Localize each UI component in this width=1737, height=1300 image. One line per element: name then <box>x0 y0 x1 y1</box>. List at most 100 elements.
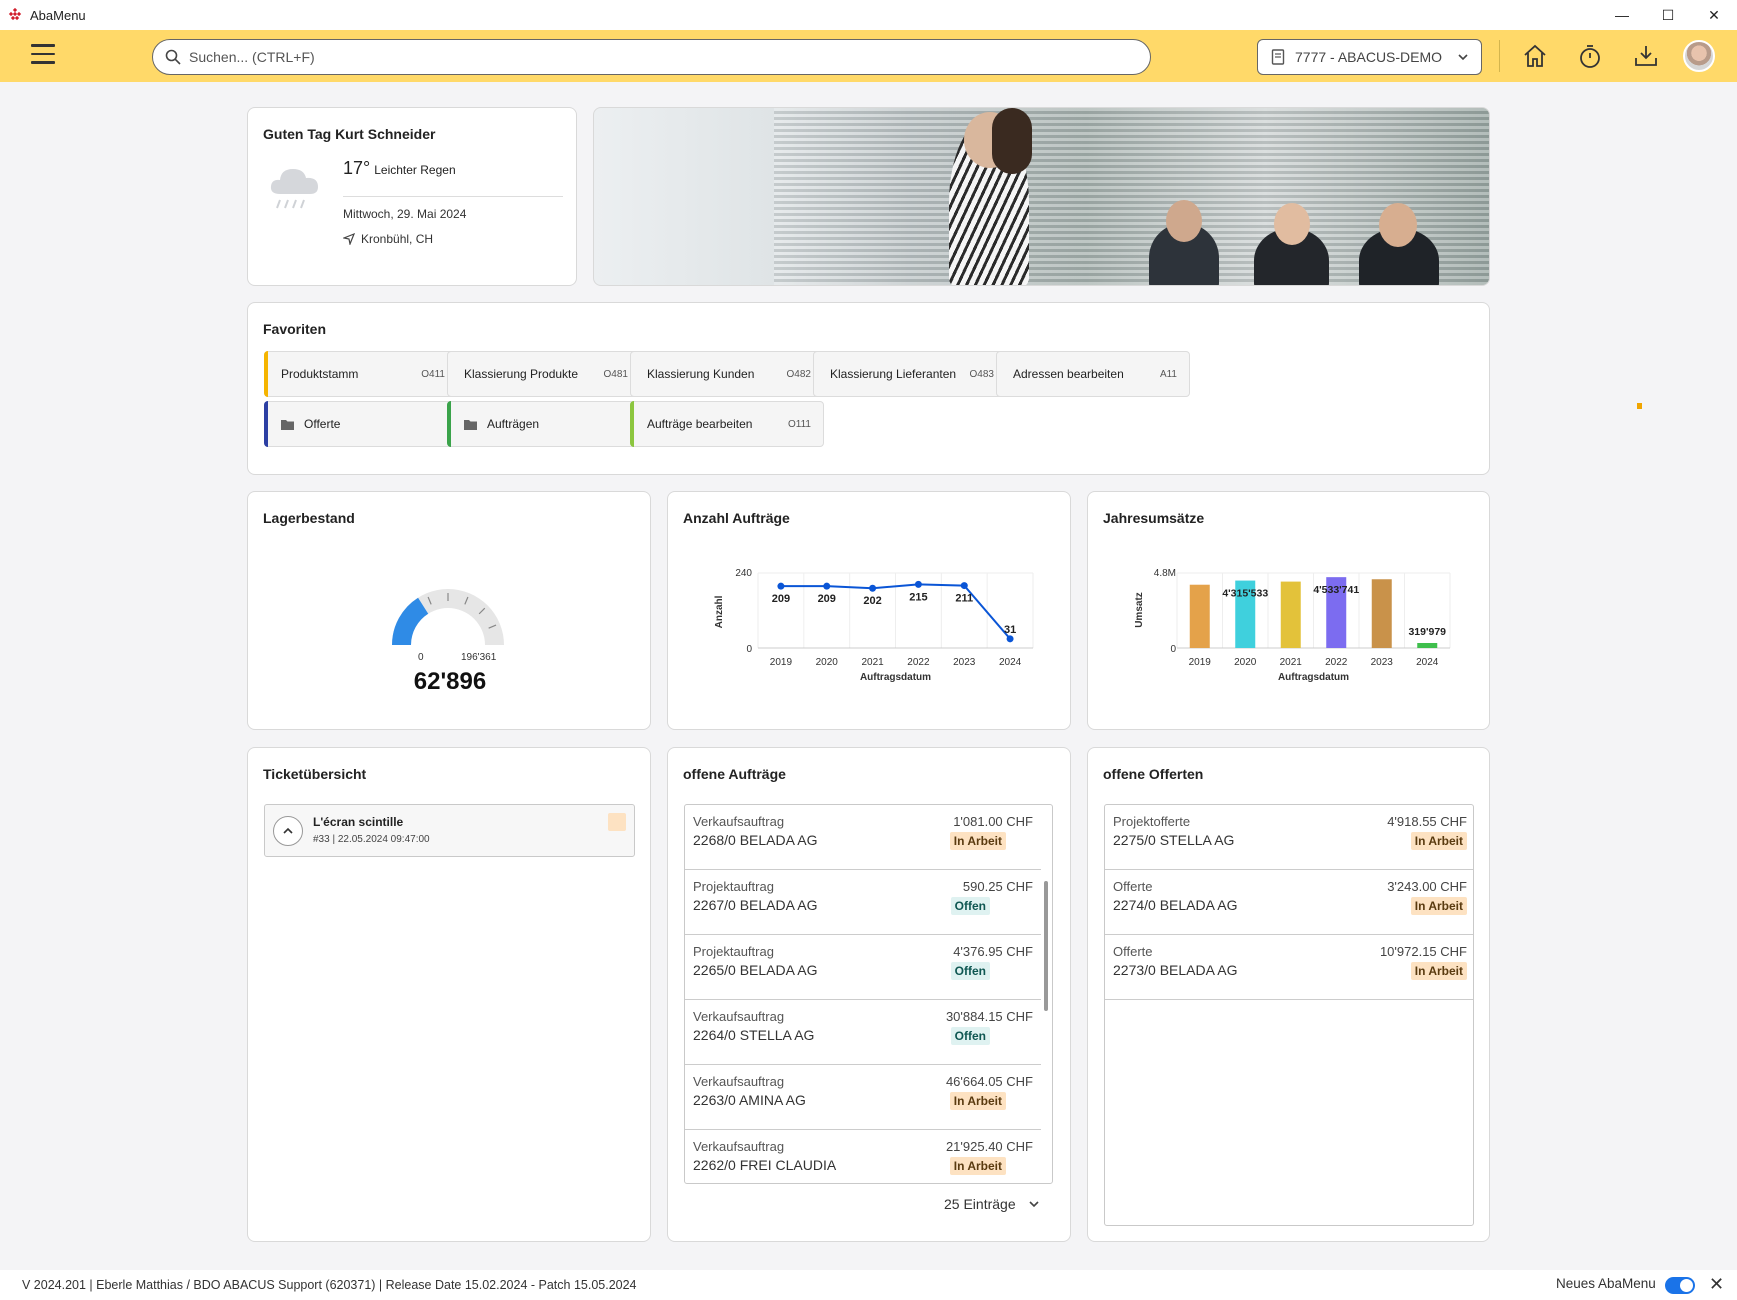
favorite-tile[interactable]: Produktstamm O411 <box>264 351 458 397</box>
bar <box>1417 643 1438 648</box>
entries-label: 25 Einträge <box>944 1196 1016 1212</box>
x-tick-label: 2021 <box>861 657 884 668</box>
order-amount: 4'918.55 CHF <box>1387 814 1467 829</box>
favorites-card: Favoriten Produktstamm O411 Klassierung Pr… <box>247 302 1490 475</box>
order-id: 2273/0 BELADA AG <box>1113 962 1238 978</box>
hamburger-menu-icon[interactable] <box>31 44 55 66</box>
divider <box>343 196 563 197</box>
avatar[interactable] <box>1683 40 1715 72</box>
status-badge: Offen <box>950 962 990 980</box>
favorite-code: O483 <box>969 368 994 380</box>
order-type: Verkaufsauftrag <box>693 1074 785 1089</box>
list-item[interactable]: Offerte 2273/0 BELADA AG 10'972.15 CHF In A… <box>1105 935 1473 1000</box>
folder-icon <box>464 419 477 430</box>
stock-title: Lagerbestand <box>263 510 355 526</box>
favorite-label: Klassierung Kunden <box>647 367 755 381</box>
status-badge: In Arbeit <box>949 1157 1006 1175</box>
scrollbar[interactable] <box>1044 881 1048 1011</box>
order-type: Verkaufsauftrag <box>693 814 785 829</box>
list-item[interactable]: Projektauftrag 2267/0 BELADA AG 590.25 CHF… <box>685 870 1041 935</box>
new-menu-toggle[interactable] <box>1665 1277 1695 1294</box>
x-tick-label: 2019 <box>1189 657 1212 668</box>
status-badge: In Arbeit <box>1410 897 1467 915</box>
location-label: Kronbühl, CH <box>361 232 434 246</box>
mandant-label: 7777 - ABACUS-DEMO <box>1295 49 1443 65</box>
list-item[interactable]: Verkaufsauftrag 2262/0 FREI CLAUDIA 21'925… <box>685 1130 1041 1183</box>
x-tick-label: 2020 <box>1234 657 1257 668</box>
close-icon[interactable]: ✕ <box>1709 1274 1724 1295</box>
order-amount: 1'081.00 CHF <box>953 814 1033 829</box>
location: Kronbühl, CH <box>343 232 433 246</box>
favorite-code: O481 <box>603 368 628 380</box>
chevron-up-icon[interactable] <box>273 816 303 846</box>
status-badge: In Arbeit <box>1410 832 1467 850</box>
x-tick-label: 2022 <box>1325 657 1348 668</box>
orders-line-chart: 240 0 Anzahl Auftragsdatum 209 2019 209 2020 202… <box>714 568 1034 683</box>
y-tick-label: 0 <box>1170 644 1176 655</box>
revenue-chart-card: Jahresumsätze 4.8M 0 Umsatz Auftragsdatum 20… <box>1087 491 1490 730</box>
data-label: 202 <box>863 595 881 607</box>
home-icon[interactable] <box>1521 42 1549 70</box>
favorite-tile[interactable]: Klassierung Kunden O482 <box>630 351 824 397</box>
favorite-label: Adressen bearbeiten <box>1013 367 1124 381</box>
list-item[interactable]: Verkaufsauftrag 2263/0 AMINA AG 46'664.05 … <box>685 1065 1041 1130</box>
close-window-button[interactable]: ✕ <box>1691 0 1737 30</box>
favorite-tile[interactable]: Klassierung Lieferanten O483 <box>813 351 1007 397</box>
attendee-head <box>1274 203 1310 245</box>
search-icon <box>165 49 181 65</box>
ticket-item[interactable]: L'écran scintille #33 | 22.05.2024 09:47… <box>264 804 635 857</box>
order-amount: 21'925.40 CHF <box>945 1139 1033 1154</box>
favorite-tile[interactable]: Adressen bearbeiten A11 <box>996 351 1190 397</box>
minimize-button[interactable]: — <box>1599 0 1645 30</box>
version-info: V 2024.201 | Eberle Matthias / BDO ABACU… <box>22 1278 637 1292</box>
favorite-tile[interactable]: Aufträge bearbeiten O111 <box>630 401 824 447</box>
data-label: 211 <box>955 593 973 605</box>
favorite-color-bar <box>264 401 268 447</box>
new-menu-label: Neues AbaMenu <box>1556 1276 1656 1291</box>
open-offers-card: offene Offerten Projektofferte 2275/0 STE… <box>1087 747 1490 1242</box>
list-item[interactable]: Verkaufsauftrag 2264/0 STELLA AG 30'884.15… <box>685 1000 1041 1065</box>
current-date: Mittwoch, 29. Mai 2024 <box>343 207 467 221</box>
data-point <box>869 584 877 592</box>
status-badge: In Arbeit <box>949 1092 1006 1110</box>
download-icon[interactable] <box>1632 42 1660 70</box>
favorite-tile[interactable]: Aufträgen <box>447 401 641 447</box>
ticket-meta: #33 | 22.05.2024 09:47:00 <box>313 834 430 845</box>
order-type: Projektofferte <box>1113 814 1191 829</box>
maximize-button[interactable]: ☐ <box>1645 0 1691 30</box>
orders-chart-card: Anzahl Aufträge 240 0 Anzahl Auftragsdatum 2… <box>667 491 1071 730</box>
favorite-code: A11 <box>1159 368 1177 380</box>
search-box[interactable] <box>152 39 1151 75</box>
order-amount: 30'884.15 CHF <box>945 1009 1033 1024</box>
chevron-down-icon <box>1029 1201 1039 1208</box>
list-item[interactable]: Projektofferte 2275/0 STELLA AG 4'918.55 C… <box>1105 805 1473 870</box>
favorite-tile[interactable]: Klassierung Produkte O481 <box>447 351 641 397</box>
greeting-card: Guten Tag Kurt Schneider 17° Leichter Reg… <box>247 107 577 286</box>
location-arrow-icon <box>343 233 355 245</box>
list-item[interactable]: Projektauftrag 2265/0 BELADA AG 4'376.95 C… <box>685 935 1041 1000</box>
x-tick-label: 2024 <box>999 657 1022 668</box>
bar <box>1280 581 1301 648</box>
order-amount: 590.25 CHF <box>962 879 1033 894</box>
order-type: Offerte <box>1113 879 1153 894</box>
x-tick-label: 2021 <box>1280 657 1303 668</box>
timer-icon[interactable] <box>1576 42 1604 70</box>
order-id: 2263/0 AMINA AG <box>693 1092 806 1108</box>
window-titlebar: AbaMenu — ☐ ✕ <box>0 0 1737 30</box>
order-id: 2262/0 FREI CLAUDIA <box>693 1157 837 1173</box>
order-type: Verkaufsauftrag <box>693 1009 785 1024</box>
mandant-select[interactable]: 7777 - ABACUS-DEMO <box>1257 39 1482 75</box>
favorite-color-bar <box>630 401 634 447</box>
order-type: Offerte <box>1113 944 1153 959</box>
favorite-tile[interactable]: Offerte <box>264 401 458 447</box>
revenue-bar-chart: 4.8M 0 Umsatz Auftragsdatum 2019 4'315'533 202… <box>1134 568 1451 683</box>
status-badge: In Arbeit <box>949 832 1006 850</box>
entries-select[interactable]: 25 Einträge <box>944 1196 1040 1212</box>
search-input[interactable] <box>189 49 1089 65</box>
list-item[interactable]: Offerte 2274/0 BELADA AG 3'243.00 CHF In Ar… <box>1105 870 1473 935</box>
order-amount: 10'972.15 CHF <box>1379 944 1467 959</box>
x-tick-label: 2024 <box>1416 657 1439 668</box>
data-label: 4'533'741 <box>1313 584 1359 596</box>
list-item[interactable]: Verkaufsauftrag 2268/0 BELADA AG 1'081.00 … <box>685 805 1041 870</box>
x-tick-label: 2020 <box>816 657 839 668</box>
